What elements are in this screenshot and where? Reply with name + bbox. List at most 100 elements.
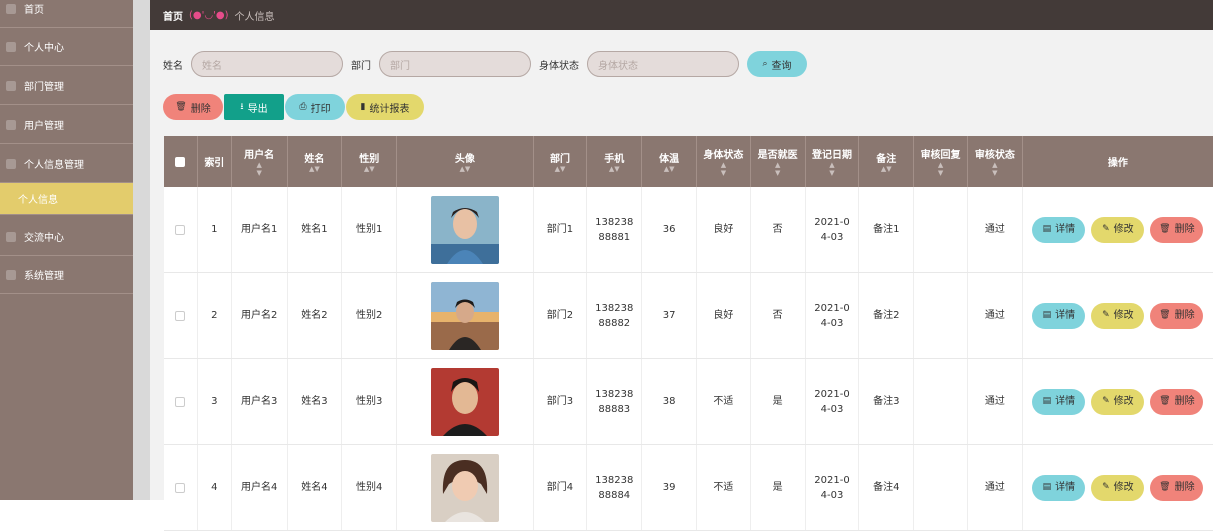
- sidebar-item-label: 系统管理: [24, 271, 64, 282]
- detail-button[interactable]: ▤ 详情: [1032, 216, 1086, 243]
- status-input[interactable]: 身体状态: [587, 51, 739, 77]
- sidebar-item-user-manage[interactable]: 用户管理: [0, 106, 133, 144]
- cell-audit: 通过: [968, 359, 1023, 444]
- edit-button[interactable]: ✎ 修改: [1091, 216, 1145, 243]
- header-status[interactable]: 身体状态 ▲ ▼: [697, 136, 751, 187]
- delete-button[interactable]: 🗑 删除: [1150, 216, 1204, 243]
- header-label: 体温: [659, 154, 680, 165]
- cell-status: 不适: [697, 445, 751, 530]
- table-row: 2 用户名2 姓名2 性别2 部门2 13823888882 37 良好 否 2…: [164, 273, 1213, 359]
- sort-icon[interactable]: ▲▼: [664, 165, 675, 173]
- cell-index: 1: [198, 187, 232, 272]
- avatar: [430, 195, 499, 264]
- batch-delete-button[interactable]: 🗑 删除: [163, 94, 223, 120]
- detail-button[interactable]: ▤ 详情: [1032, 388, 1086, 415]
- cell-medical: 否: [751, 187, 806, 272]
- edit-label: 修改: [1113, 310, 1134, 321]
- detail-button[interactable]: ▤ 详情: [1032, 302, 1086, 329]
- sort-icon[interactable]: ▲▼: [775, 161, 780, 177]
- edit-button[interactable]: ✎ 修改: [1091, 474, 1145, 501]
- trash-icon: 🗑: [1159, 310, 1171, 320]
- select-all-checkbox[interactable]: [175, 156, 186, 167]
- sidebar-item-system[interactable]: 系统管理: [0, 256, 133, 294]
- pencil-icon: ✎: [1102, 396, 1110, 406]
- sort-icon[interactable]: ▲▼: [992, 161, 997, 177]
- header-note[interactable]: 备注 ▲▼: [859, 136, 915, 187]
- sort-icon[interactable]: ▲▼: [309, 165, 320, 173]
- cell-avatar: [397, 187, 534, 272]
- sort-icon[interactable]: ▲▼: [364, 165, 375, 173]
- cell-avatar: [397, 445, 534, 530]
- print-button[interactable]: ⎙ 打印: [285, 94, 345, 120]
- header-phone[interactable]: 手机 ▲▼: [587, 136, 643, 187]
- sort-icon[interactable]: ▲▼: [829, 161, 834, 177]
- select-all-cell: [164, 136, 198, 187]
- delete-button[interactable]: 🗑 删除: [1150, 302, 1204, 329]
- sidebar-item-personal-info[interactable]: 个人信息: [0, 183, 133, 215]
- export-button[interactable]: ⭳ 导出: [224, 94, 284, 120]
- sort-icon[interactable]: ▲▼: [459, 165, 470, 173]
- detail-label: 详情: [1055, 224, 1076, 235]
- sort-icon[interactable]: ▲▼: [721, 161, 726, 177]
- header-label: 手机: [604, 154, 625, 165]
- edit-button[interactable]: ✎ 修改: [1091, 388, 1145, 415]
- header-temp[interactable]: 体温 ▲▼: [642, 136, 697, 187]
- delete-button[interactable]: 🗑 删除: [1150, 388, 1204, 415]
- document-icon: ▤: [1042, 396, 1052, 406]
- sidebar-item-info-manage[interactable]: 个人信息管理: [0, 145, 133, 183]
- sort-icon[interactable]: ▲▼: [938, 161, 943, 177]
- row-checkbox[interactable]: [175, 396, 186, 407]
- breadcrumb-emoticon: (●'◡'●): [189, 9, 229, 21]
- edit-button[interactable]: ✎ 修改: [1091, 302, 1145, 329]
- cell-gender: 性别3: [342, 359, 398, 444]
- cell-username: 用户名1: [232, 187, 288, 272]
- sort-icon[interactable]: ▲▼: [881, 165, 892, 173]
- cell-actions: ▤ 详情 ✎ 修改 🗑 删除: [1023, 359, 1213, 444]
- cell-note: 备注3: [859, 359, 915, 444]
- query-button[interactable]: ⌕ 查询: [747, 51, 807, 77]
- cell-reply: [914, 187, 968, 272]
- sort-icon[interactable]: ▲▼: [555, 165, 566, 173]
- header-dept[interactable]: 部门 ▲▼: [534, 136, 588, 187]
- cell-medical: 是: [751, 445, 806, 530]
- name-input[interactable]: 姓名: [191, 51, 343, 77]
- trash-icon: 🗑: [1159, 396, 1171, 406]
- avatar: [430, 281, 499, 350]
- cell-phone: 13823888884: [587, 445, 643, 530]
- header-reply[interactable]: 审核回复 ▲ ▼: [914, 136, 968, 187]
- cell-index: 2: [198, 273, 232, 358]
- sidebar-item-label: 用户管理: [24, 121, 64, 132]
- header-name[interactable]: 姓名 ▲▼: [288, 136, 343, 187]
- row-checkbox[interactable]: [175, 482, 186, 493]
- header-username[interactable]: 用户名 ▲ ▼: [232, 136, 288, 187]
- header-index: 索引: [198, 136, 232, 187]
- delete-label: 删除: [1174, 224, 1195, 235]
- header-avatar[interactable]: 头像 ▲▼: [397, 136, 534, 187]
- row-checkbox[interactable]: [175, 224, 186, 235]
- breadcrumb-home[interactable]: 首页: [163, 8, 183, 23]
- dept-input[interactable]: 部门: [379, 51, 531, 77]
- sort-icon[interactable]: ▲▼: [256, 161, 261, 177]
- header-medical[interactable]: 是否就医 ▲ ▼: [751, 136, 806, 187]
- stats-report-button[interactable]: ▮ 统计报表: [346, 94, 424, 120]
- header-gender[interactable]: 性别 ▲▼: [342, 136, 398, 187]
- sidebar-item-dept-manage[interactable]: 部门管理: [0, 67, 133, 105]
- cell-gender: 性别1: [342, 187, 398, 272]
- cell-phone: 13823888881: [587, 187, 643, 272]
- document-icon: ▤: [1042, 482, 1052, 492]
- sidebar-item-home[interactable]: 首页: [0, 0, 133, 28]
- home-icon: [6, 3, 16, 14]
- row-checkbox[interactable]: [175, 310, 186, 321]
- sidebar-item-label: 个人中心: [24, 43, 64, 54]
- sidebar-item-exchange[interactable]: 交流中心: [0, 218, 133, 256]
- cell-actions: ▤ 详情 ✎ 修改 🗑 删除: [1023, 445, 1213, 530]
- detail-button[interactable]: ▤ 详情: [1032, 474, 1086, 501]
- header-audit[interactable]: 审核状态 ▲ ▼: [968, 136, 1023, 187]
- delete-button[interactable]: 🗑 删除: [1150, 474, 1204, 501]
- sort-icon[interactable]: ▲▼: [609, 165, 620, 173]
- table-header: 索引 用户名 ▲ ▼ 姓名 ▲▼ 性别 ▲▼ 头像 ▲▼ 部门 ▲▼ 手机 ▲▼ 体温 ▲▼ 身…: [164, 136, 1213, 187]
- header-date[interactable]: 登记日期 ▲ ▼: [806, 136, 860, 187]
- sidebar-item-personal-center[interactable]: 个人中心: [0, 28, 133, 66]
- header-label: 是否就医: [757, 150, 798, 161]
- edit-label: 修改: [1113, 224, 1134, 235]
